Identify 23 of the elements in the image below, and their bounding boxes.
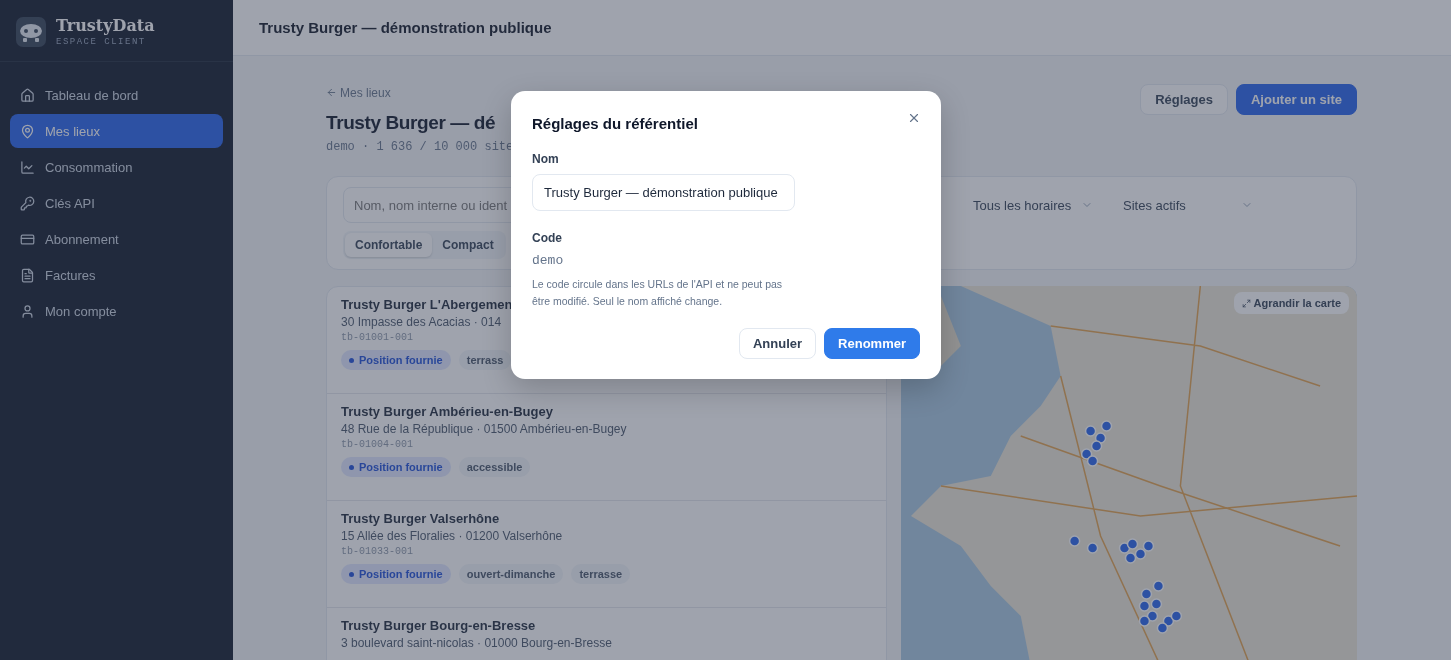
page-title: Trusty Burger — dé [326, 112, 496, 134]
dialog-title: Réglages du référentiel [532, 115, 698, 132]
site-tag: Position fournie [341, 350, 451, 370]
site-tag: terrass [458, 350, 512, 370]
site-code: tb-01033-001 [341, 546, 413, 557]
site-tag: ouvert-dimanche [458, 564, 564, 584]
site-address: 30 Impasse des Acacias · 014 [341, 315, 503, 329]
brand-subtitle: ESPACE CLIENT [56, 37, 147, 47]
site-tag: accessible [458, 457, 531, 477]
site-tag: Position fournie [341, 457, 451, 477]
site-tag: Position fournie [341, 564, 451, 584]
site-address: 15 Allée des Floralies · 01200 Valserhône [341, 529, 564, 543]
header-title: Trusty Burger — démonstration publique [259, 19, 552, 36]
field-label: Code [532, 231, 563, 245]
brand-name: TrustyData [56, 16, 155, 35]
site-tag: terrasse [571, 564, 631, 584]
help-text: Le code circule dans les URLs de l'API et ne peut pas être modifié. Seul le nom affiché change. [532, 277, 784, 309]
field-label: Nom [532, 152, 560, 166]
code-value: demo [532, 253, 565, 268]
site-code: tb-01004-001 [341, 439, 413, 450]
site-address: 48 Rue de la République · 01500 Ambérieu-en-Bugey [341, 422, 628, 436]
site-code: tb-01001-001 [341, 332, 413, 343]
site-address: 3 boulevard saint-nicolas · 01000 Bourg-en-Bresse [341, 636, 613, 650]
